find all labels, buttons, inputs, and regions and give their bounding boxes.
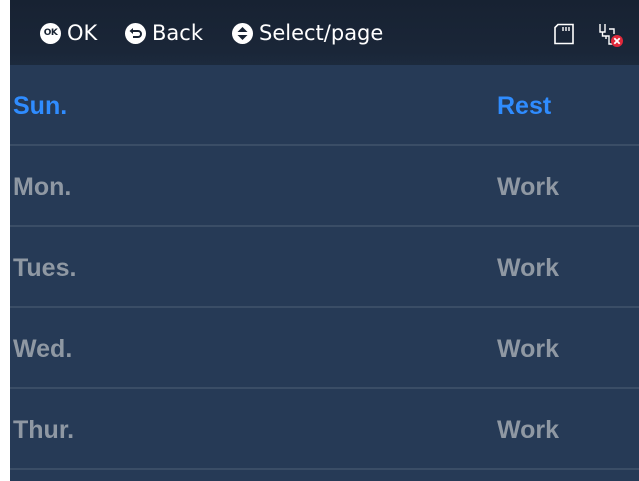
back-button-icon bbox=[125, 22, 146, 44]
schedule-row-thursday[interactable]: Thur. Work bbox=[10, 389, 639, 470]
day-label: Wed. bbox=[13, 335, 73, 363]
sd-card-icon bbox=[554, 23, 574, 45]
weekday-schedule-list: Sun. Rest Mon. Work Tues. Work Wed. Work… bbox=[10, 65, 639, 470]
day-label: Sun. bbox=[13, 92, 68, 120]
day-mode-value: Work bbox=[497, 173, 560, 201]
day-mode-value: Rest bbox=[497, 92, 552, 120]
schedule-row-monday[interactable]: Mon. Work bbox=[10, 146, 639, 227]
day-mode-value: Work bbox=[497, 254, 560, 282]
hint-ok: OK OK bbox=[40, 22, 97, 44]
day-label: Tues. bbox=[13, 254, 77, 282]
schedule-row-tuesday[interactable]: Tues. Work bbox=[10, 227, 639, 308]
network-disconnected-icon bbox=[599, 24, 623, 47]
schedule-row-sunday[interactable]: Sun. Rest bbox=[10, 65, 639, 146]
hint-back: Back bbox=[125, 22, 203, 44]
ok-button-icon: OK bbox=[40, 22, 61, 44]
hint-select-page: Select/page bbox=[232, 22, 383, 44]
schedule-row-wednesday[interactable]: Wed. Work bbox=[10, 308, 639, 389]
day-mode-value: Work bbox=[497, 416, 560, 444]
hint-bar: OK OK Back Select/page bbox=[10, 0, 639, 65]
device-screen: OK OK Back Select/page Sun. Rest Mon. Wo… bbox=[10, 0, 639, 481]
hint-select-page-label: Select/page bbox=[259, 21, 384, 45]
hint-ok-label: OK bbox=[67, 21, 98, 45]
hint-back-label: Back bbox=[152, 21, 203, 45]
day-label: Mon. bbox=[13, 173, 72, 201]
up-down-arrows-icon bbox=[232, 22, 253, 44]
day-label: Thur. bbox=[13, 416, 75, 444]
day-mode-value: Work bbox=[497, 335, 560, 363]
